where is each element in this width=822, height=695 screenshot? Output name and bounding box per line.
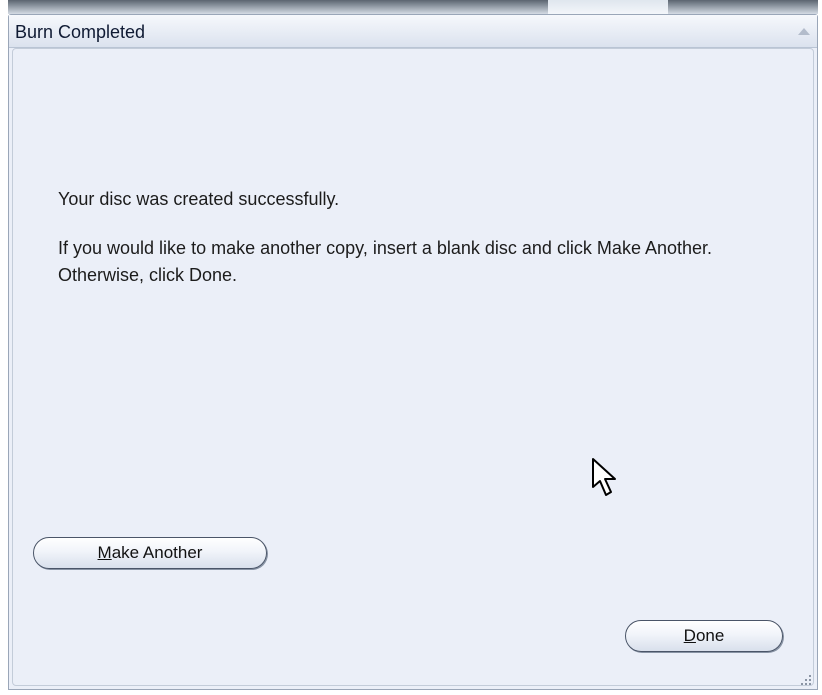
- resize-grip-icon[interactable]: [799, 673, 813, 687]
- chevron-up-icon[interactable]: [795, 25, 813, 37]
- window-top-edge-gap: [548, 0, 668, 14]
- success-message: Your disc was created successfully.: [58, 189, 340, 209]
- done-button[interactable]: Done: [625, 620, 783, 652]
- make-another-accelerator: M: [97, 543, 112, 562]
- burn-completed-panel: Burn Completed Your disc was created suc…: [8, 14, 818, 690]
- panel-title-bar: Burn Completed: [9, 15, 817, 48]
- done-accelerator: D: [683, 626, 696, 645]
- make-another-button[interactable]: Make Another: [33, 537, 267, 569]
- panel-content: Your disc was created successfully. If y…: [12, 48, 814, 686]
- mouse-pointer-icon: [592, 458, 616, 496]
- make-another-label: ake Another: [111, 543, 203, 562]
- window-top-edge: [8, 0, 818, 14]
- done-label: one: [695, 626, 725, 645]
- instruction-message: If you would like to make another copy, …: [58, 238, 713, 285]
- panel-title: Burn Completed: [15, 22, 146, 42]
